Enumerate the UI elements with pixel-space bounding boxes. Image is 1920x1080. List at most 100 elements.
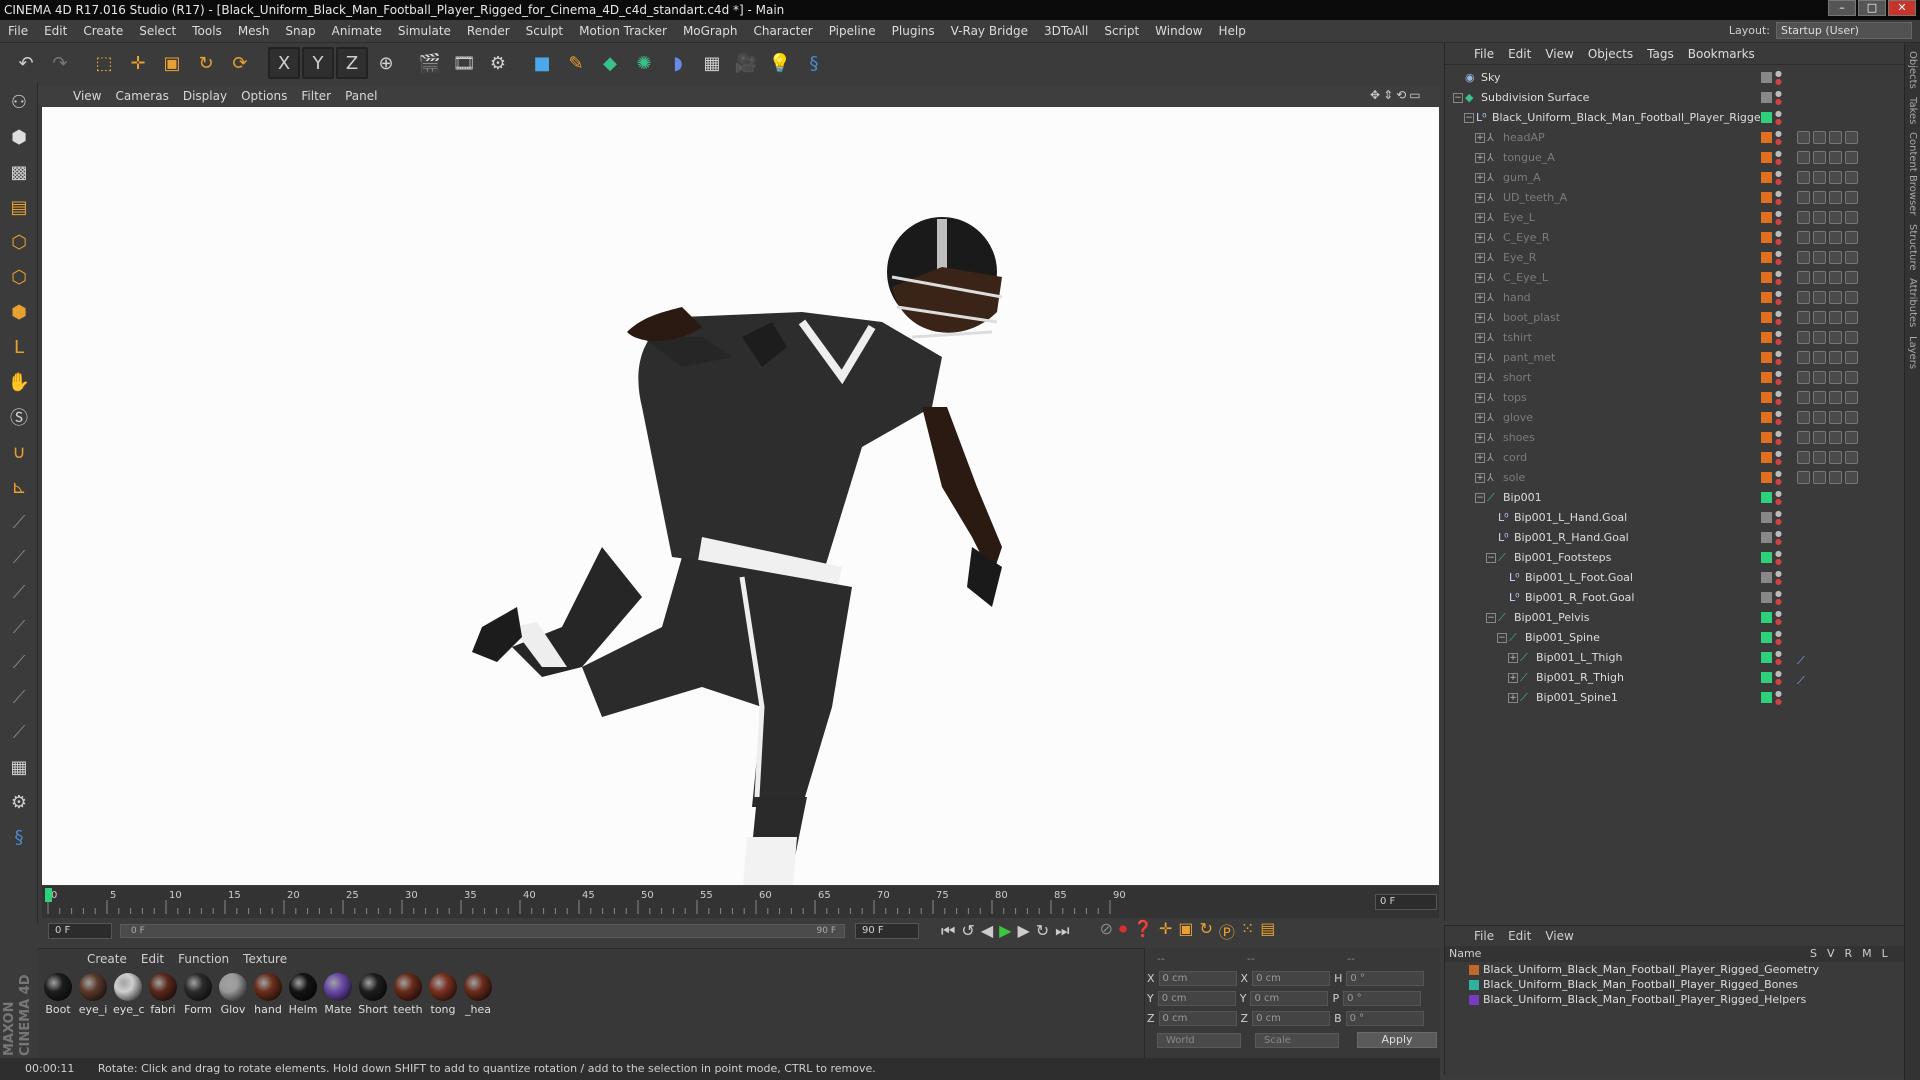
polygons-mode-icon[interactable]: ⬢: [2, 296, 36, 328]
object-row[interactable]: + ⅄ sole ● ●: [1445, 468, 1904, 488]
layer-color-flag[interactable]: [1761, 672, 1772, 683]
deformer-icon[interactable]: ◗: [662, 47, 694, 79]
object-row[interactable]: − ◆ Subdivision Surface ● ●: [1445, 88, 1904, 108]
tag-icon[interactable]: [1845, 131, 1858, 144]
object-menu-item[interactable]: View: [1538, 47, 1580, 61]
object-row[interactable]: − ⟋ Bip001_Pelvis ● ●: [1445, 608, 1904, 628]
cube-icon[interactable]: ■: [526, 47, 558, 79]
ik-tag-icon[interactable]: ⟋: [1797, 671, 1810, 687]
expand-toggle-icon[interactable]: +: [1475, 293, 1485, 303]
tag-icon[interactable]: [1797, 291, 1810, 304]
floor-icon[interactable]: ▦: [696, 47, 728, 79]
z-axis-icon[interactable]: Z: [336, 47, 368, 79]
tag-icon[interactable]: [1813, 371, 1826, 384]
tag-icon[interactable]: [1797, 251, 1810, 264]
material-swatch[interactable]: eye_i: [78, 973, 108, 1016]
points-mode-icon[interactable]: ⬡: [2, 226, 36, 258]
layer-color-flag[interactable]: [1761, 392, 1772, 403]
visibility-dots-icon[interactable]: ● ●: [1775, 590, 1782, 606]
layer-color-flag[interactable]: [1761, 592, 1772, 603]
visibility-dots-icon[interactable]: ● ●: [1775, 510, 1782, 526]
tag-icon[interactable]: [1845, 171, 1858, 184]
object-row[interactable]: + ⅄ tops ● ●: [1445, 388, 1904, 408]
tag-icon[interactable]: [1829, 331, 1842, 344]
layer-row[interactable]: Black_Uniform_Black_Man_Football_Player_…: [1445, 962, 1904, 977]
visibility-dots-icon[interactable]: ● ●: [1775, 550, 1782, 566]
layer-color-swatch[interactable]: [1469, 980, 1479, 990]
object-row[interactable]: + ⅄ gum_A ● ●: [1445, 168, 1904, 188]
object-row[interactable]: ◉ Sky ● ●: [1445, 68, 1904, 88]
current-frame-field[interactable]: 0 F: [1375, 894, 1437, 910]
locked-workplane-icon[interactable]: ⊾: [2, 471, 36, 503]
expand-toggle-icon[interactable]: +: [1475, 313, 1485, 323]
key-parameter-icon[interactable]: Ⓟ: [1219, 919, 1235, 943]
layer-color-flag[interactable]: [1761, 612, 1772, 623]
playhead[interactable]: [45, 888, 52, 902]
menu-item[interactable]: Select: [131, 24, 184, 38]
tag-icon[interactable]: [1813, 471, 1826, 484]
object-row[interactable]: L⁰ Bip001_L_Hand.Goal ● ●: [1445, 508, 1904, 528]
layer-color-flag[interactable]: [1761, 472, 1772, 483]
pen-spline-icon[interactable]: ✎: [560, 47, 592, 79]
object-row[interactable]: + ⅄ pant_met ● ●: [1445, 348, 1904, 368]
grid-lock-icon[interactable]: ▦: [2, 751, 36, 783]
sculpt-brush-7-icon[interactable]: ⟋: [2, 716, 36, 748]
layer-color-flag[interactable]: [1761, 192, 1772, 203]
material-menu-item[interactable]: Edit: [136, 952, 169, 966]
object-row[interactable]: + ⅄ Eye_R ● ●: [1445, 248, 1904, 268]
world-dropdown[interactable]: World: [1157, 1032, 1241, 1048]
material-menu-item[interactable]: Function: [173, 952, 234, 966]
tag-icon[interactable]: [1813, 191, 1826, 204]
expand-toggle-icon[interactable]: −: [1475, 493, 1485, 503]
object-row[interactable]: + ⅄ C_Eye_L ● ●: [1445, 268, 1904, 288]
menu-item[interactable]: Character: [745, 24, 820, 38]
scale-icon[interactable]: ▣: [156, 47, 188, 79]
tag-icon[interactable]: [1829, 171, 1842, 184]
tag-icon[interactable]: [1845, 351, 1858, 364]
tweak-mode-icon[interactable]: ✋: [2, 366, 36, 398]
visibility-dots-icon[interactable]: ● ●: [1775, 630, 1782, 646]
visibility-dots-icon[interactable]: ● ●: [1775, 290, 1782, 306]
tag-icon[interactable]: [1797, 231, 1810, 244]
tag-icon[interactable]: [1813, 311, 1826, 324]
menu-item[interactable]: Pipeline: [821, 24, 884, 38]
pan-icon[interactable]: ✥: [1370, 88, 1383, 102]
visibility-dots-icon[interactable]: ● ●: [1775, 210, 1782, 226]
tag-icon[interactable]: [1829, 431, 1842, 444]
coord-field[interactable]: 0 cm: [1157, 990, 1236, 1006]
maximize-button[interactable]: □: [1858, 0, 1886, 16]
object-row[interactable]: + ⅄ C_Eye_R ● ●: [1445, 228, 1904, 248]
tag-icon[interactable]: [1797, 451, 1810, 464]
tag-icon[interactable]: [1813, 411, 1826, 424]
tag-icon[interactable]: [1845, 431, 1858, 444]
object-row[interactable]: + ⅄ shoes ● ●: [1445, 428, 1904, 448]
object-row[interactable]: + ⅄ cord ● ●: [1445, 448, 1904, 468]
python-script-icon[interactable]: §: [2, 821, 36, 853]
tag-icon[interactable]: [1845, 331, 1858, 344]
magnet-icon[interactable]: ∪: [2, 436, 36, 468]
layer-color-flag[interactable]: [1761, 112, 1772, 123]
coord-field[interactable]: 0 cm: [1252, 970, 1331, 986]
object-row[interactable]: − ⟋ Bip001_Spine ● ●: [1445, 628, 1904, 648]
expand-toggle-icon[interactable]: +: [1475, 233, 1485, 243]
tag-icon[interactable]: [1797, 411, 1810, 424]
side-tab[interactable]: Layers: [1907, 336, 1918, 369]
expand-toggle-icon[interactable]: −: [1486, 553, 1496, 563]
expand-toggle-icon[interactable]: +: [1475, 413, 1485, 423]
tag-icon[interactable]: [1797, 171, 1810, 184]
tag-icon[interactable]: [1813, 331, 1826, 344]
layer-color-flag[interactable]: [1761, 172, 1772, 183]
menu-item[interactable]: Mesh: [230, 24, 278, 38]
workplane-icon[interactable]: ▤: [2, 191, 36, 223]
side-tab[interactable]: Attributes: [1907, 278, 1918, 327]
visibility-dots-icon[interactable]: ● ●: [1775, 650, 1782, 666]
object-row[interactable]: + ⅄ tongue_A ● ●: [1445, 148, 1904, 168]
scale-dropdown[interactable]: Scale: [1255, 1032, 1339, 1048]
visibility-dots-icon[interactable]: ● ●: [1775, 150, 1782, 166]
light-icon[interactable]: 💡: [764, 47, 796, 79]
tag-icon[interactable]: [1813, 171, 1826, 184]
expand-toggle-icon[interactable]: +: [1475, 193, 1485, 203]
material-swatch[interactable]: hand: [253, 973, 283, 1016]
visibility-dots-icon[interactable]: ● ●: [1775, 430, 1782, 446]
tag-icon[interactable]: [1813, 211, 1826, 224]
